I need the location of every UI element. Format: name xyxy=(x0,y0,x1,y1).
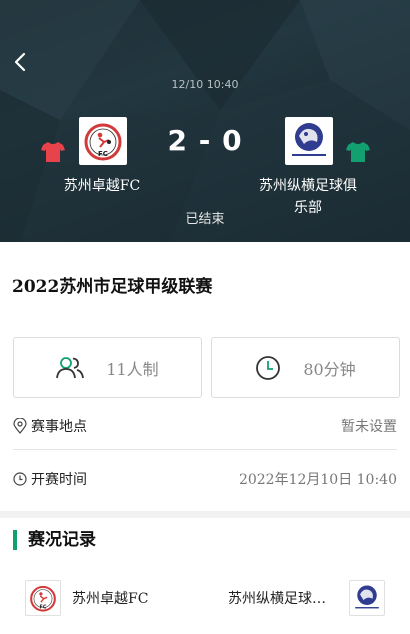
match-records-section: 赛况记录 FC 苏州卓越FC 苏州纵横足球俱乐部 xyxy=(0,518,410,634)
start-time-row: 开赛时间 2022年12月10日 10:40 xyxy=(13,464,397,494)
records-title: 赛况记录 xyxy=(13,530,96,550)
start-time-value: 2022年12月10日 10:40 xyxy=(238,472,397,488)
records-home-name: 苏州卓越FC xyxy=(72,591,149,607)
away-jersey-icon xyxy=(346,142,370,162)
away-team-badge-icon xyxy=(355,585,379,609)
home-jersey-icon xyxy=(41,142,65,162)
start-time-label: 开赛时间 xyxy=(31,472,87,488)
match-format: 11人制 xyxy=(106,359,159,379)
venue-value: 暂未设置 xyxy=(341,418,397,435)
back-arrow-icon xyxy=(14,52,26,72)
location-pin-icon xyxy=(13,417,27,434)
back-button[interactable] xyxy=(10,50,32,74)
match-duration: 80分钟 xyxy=(303,359,356,379)
match-duration-box: 80分钟 xyxy=(211,337,400,398)
records-team-row: FC 苏州卓越FC 苏州纵横足球俱乐部 xyxy=(0,580,410,618)
score-separator: - xyxy=(198,124,212,157)
home-team-badge-icon: FC xyxy=(30,585,56,612)
venue-row: 赛事地点 暂未设置 xyxy=(13,410,397,450)
home-score: 2 xyxy=(167,124,188,157)
match-info-card: 2022苏州市足球甲级联赛 11人制 80分钟 赛事地点 暂未设置 开赛时间 2… xyxy=(0,242,410,511)
svg-text:FC: FC xyxy=(98,150,108,158)
away-team-logo[interactable] xyxy=(285,117,333,165)
records-away-name: 苏州纵横足球俱乐部 xyxy=(228,591,336,607)
away-team-name[interactable]: 苏州纵横足球俱乐部 xyxy=(258,175,358,219)
svg-text:FC: FC xyxy=(40,604,47,610)
venue-label: 赛事地点 xyxy=(31,418,87,435)
league-title: 2022苏州市足球甲级联赛 xyxy=(12,277,213,297)
players-icon xyxy=(56,356,85,378)
clock-icon xyxy=(256,355,281,380)
home-team-badge-icon: FC xyxy=(80,118,126,164)
match-format-box: 11人制 xyxy=(13,337,202,398)
away-team-badge-icon xyxy=(286,118,332,164)
away-score: 0 xyxy=(222,124,243,157)
home-team-name[interactable]: 苏州卓越FC xyxy=(52,175,152,197)
time-icon xyxy=(13,472,27,486)
match-header: 12/10 10:40 2 - 0 已结束 FC 苏州卓越FC 苏州纵横足球俱乐… xyxy=(0,0,410,242)
match-datetime: 12/10 10:40 xyxy=(171,78,239,91)
records-home-logo: FC xyxy=(25,580,61,616)
records-away-logo xyxy=(349,580,385,616)
home-team-logo[interactable]: FC xyxy=(79,117,127,165)
